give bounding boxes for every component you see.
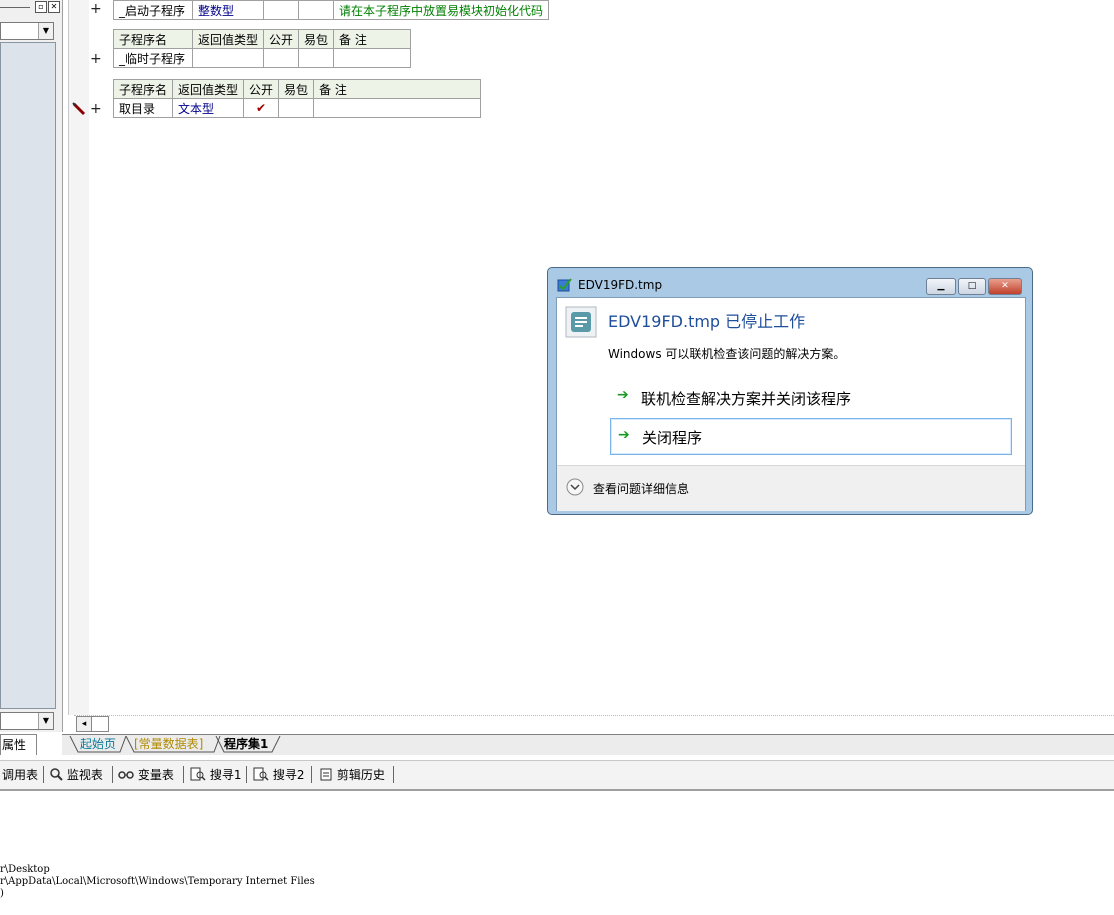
dialog-title: EDV19FD.tmp: [578, 278, 663, 292]
close-button[interactable]: ✕: [988, 278, 1022, 295]
option-check-online[interactable]: ➔ 联机检查解决方案并关闭该程序: [610, 381, 1010, 411]
tool-tab-label: 监视表: [66, 768, 103, 782]
separator: [311, 766, 312, 783]
subroutine-table-2: 子程序名 返回值类型 公开 易包 备 注 _临时子程序: [113, 29, 412, 68]
tool-tab-call-table[interactable]: 调用表: [2, 766, 38, 784]
header-return-type: 返回值类型: [172, 79, 245, 99]
expand-icon[interactable]: +: [90, 1, 102, 17]
scroll-thumb[interactable]: [91, 716, 109, 732]
header-public: 公开: [263, 29, 300, 49]
dialog-heading: EDV19FD.tmp 已停止工作: [608, 312, 806, 331]
option-label: 关闭程序: [642, 429, 703, 447]
separator: [246, 766, 247, 783]
chevron-down-icon[interactable]: [566, 478, 584, 496]
scroll-left-icon[interactable]: ◂: [76, 716, 92, 732]
note-cell[interactable]: [313, 98, 482, 118]
left-combo[interactable]: ▼: [0, 22, 54, 40]
tool-tab-label: 搜寻2: [272, 768, 305, 782]
header-pkg: 易包: [278, 79, 315, 99]
header-note: 备 注: [313, 79, 482, 99]
separator: [183, 766, 184, 783]
dialog-footer: 查看问题详细信息: [557, 465, 1025, 511]
header-name: 子程序名: [112, 79, 174, 99]
header-public: 公开: [243, 79, 280, 99]
chevron-down-icon[interactable]: ▼: [38, 713, 53, 729]
pkg-cell[interactable]: [298, 48, 335, 68]
subroutine-table-1: _启动子程序 整数型 请在本子程序中放置易模块初始化代码: [113, 0, 550, 20]
separator: [43, 766, 44, 783]
subroutine-name[interactable]: _临时子程序: [113, 48, 193, 68]
left-panel-titlebar: ▫ ✕: [0, 0, 62, 16]
arrow-right-icon: ➔: [617, 387, 629, 403]
option-close-program[interactable]: ➔ 关闭程序: [610, 418, 1012, 455]
app-icon: [557, 277, 573, 293]
tool-tab-label: 变量表: [137, 768, 174, 782]
tool-tab-label: 搜寻1: [209, 768, 242, 782]
tool-tab-variables[interactable]: 变量表: [118, 766, 174, 784]
return-type[interactable]: [191, 48, 265, 68]
property-list[interactable]: [0, 42, 56, 709]
tool-tab-clip-history[interactable]: 剪辑历史: [319, 766, 385, 784]
public-cell[interactable]: [263, 0, 299, 20]
close-icon[interactable]: ✕: [48, 1, 60, 13]
public-cell[interactable]: [263, 48, 300, 68]
search-doc-icon: [190, 767, 206, 782]
subroutine-table-3: 子程序名 返回值类型 公开 易包 备 注 取目录 文本型 ✔: [112, 79, 482, 118]
header-pkg: 易包: [298, 29, 335, 49]
note-cell[interactable]: 请在本子程序中放置易模块初始化代码: [332, 0, 550, 20]
expand-icon[interactable]: +: [90, 51, 102, 67]
horizontal-scrollbar[interactable]: [74, 715, 1114, 733]
tool-tab-label: 调用表: [2, 768, 39, 782]
expand-icon[interactable]: +: [90, 101, 102, 117]
dialog-message: Windows 可以联机检查该问题的解决方案。: [608, 347, 846, 361]
restore-icon[interactable]: ▫: [35, 1, 47, 13]
pkg-cell[interactable]: [298, 0, 334, 20]
subroutine-name[interactable]: _启动子程序: [113, 0, 193, 20]
return-type[interactable]: 整数型: [192, 0, 264, 20]
left-bottom-combo[interactable]: ▼: [0, 712, 54, 730]
details-link[interactable]: 查看问题详细信息: [593, 480, 689, 497]
tool-tab-search1[interactable]: 搜寻1: [190, 766, 241, 784]
tab-properties[interactable]: 属性: [0, 734, 37, 755]
tool-tab-watch[interactable]: 监视表: [49, 766, 103, 784]
error-dialog: EDV19FD.tmp ▁ □ ✕ EDV19FD.tmp 已停止工作 Wind…: [547, 267, 1033, 515]
option-label: 联机检查解决方案并关闭该程序: [641, 390, 852, 408]
public-check-icon[interactable]: ✔: [243, 98, 280, 118]
clipboard-icon: [319, 768, 333, 782]
pkg-cell[interactable]: [278, 98, 315, 118]
glasses-icon: [118, 768, 134, 782]
return-type[interactable]: 文本型: [172, 98, 245, 118]
output-line: ): [0, 888, 4, 899]
dialog-body: EDV19FD.tmp 已停止工作 Windows 可以联机检查该问题的解决方案…: [556, 297, 1026, 511]
tab-dividers: [68, 735, 288, 753]
magnifier-icon: [49, 768, 63, 782]
output-line: r\AppData\Local\Microsoft\Windows\Tempor…: [0, 876, 315, 887]
maximize-button[interactable]: □: [958, 278, 986, 295]
output-line: r\Desktop: [0, 864, 50, 875]
header-return-type: 返回值类型: [191, 29, 265, 49]
separator: [112, 766, 113, 783]
note-cell[interactable]: [333, 48, 412, 68]
tool-tab-label: 剪辑历史: [336, 768, 385, 782]
chevron-down-icon[interactable]: ▼: [38, 23, 53, 39]
output-panel[interactable]: [0, 792, 1114, 915]
tool-tab-search2[interactable]: 搜寻2: [253, 766, 304, 784]
titlebar-line: [0, 7, 30, 8]
separator: [393, 766, 394, 783]
arrow-right-icon: ➔: [618, 427, 630, 443]
minimize-button[interactable]: ▁: [926, 278, 956, 295]
program-icon: [565, 306, 597, 338]
subroutine-name[interactable]: 取目录: [112, 98, 174, 118]
header-name: 子程序名: [113, 29, 193, 49]
header-note: 备 注: [333, 29, 412, 49]
pencil-icon: [72, 102, 86, 116]
search-doc-icon: [253, 767, 269, 782]
